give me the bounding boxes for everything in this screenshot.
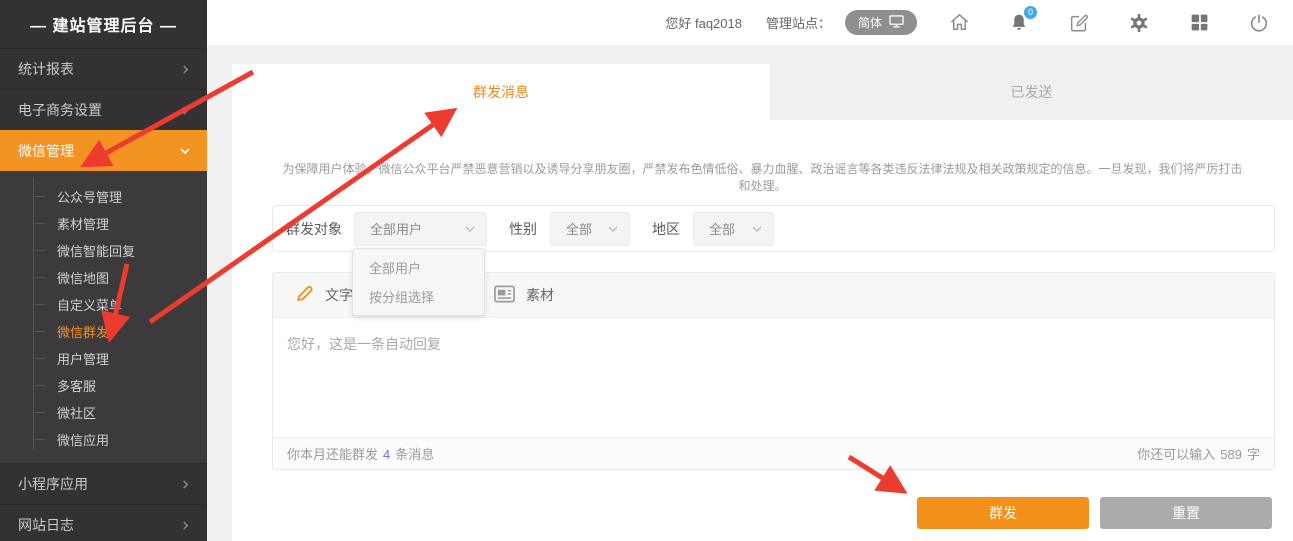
region-select-value: 全部 bbox=[709, 219, 735, 238]
sidebar-item-label: 统计报表 bbox=[18, 59, 74, 79]
submenu-item-multi-service[interactable]: 多客服 bbox=[0, 372, 207, 399]
quota-suffix: 条消息 bbox=[395, 447, 434, 462]
admin-app: — 建站管理后台 — 统计报表 电子商务设置 微信管理 公众号管理 素材管理 微… bbox=[0, 0, 1293, 541]
remaining-suffix: 字 bbox=[1247, 447, 1260, 462]
send-button[interactable]: 群发 bbox=[917, 497, 1089, 529]
gender-label: 性别 bbox=[509, 219, 537, 239]
gender-select-value: 全部 bbox=[566, 219, 592, 238]
audience-filter-row: 群发对象 全部用户 性别 全部 地区 全部 bbox=[272, 205, 1275, 252]
tab-mass-message[interactable]: 群发消息 bbox=[232, 64, 770, 120]
chevron-down-icon bbox=[607, 223, 619, 235]
notifications-bell-icon[interactable]: 0 bbox=[1007, 11, 1031, 35]
gender-select[interactable]: 全部 bbox=[550, 212, 630, 246]
submenu-item-micro-community[interactable]: 微社区 bbox=[0, 399, 207, 426]
submenu-label: 公众号管理 bbox=[57, 187, 122, 206]
editor-tab-material[interactable]: 素材 bbox=[494, 285, 554, 306]
submenu-item-custom-menu[interactable]: 自定义菜单 bbox=[0, 291, 207, 318]
chevron-down-icon bbox=[464, 223, 476, 235]
submenu-label: 多客服 bbox=[57, 376, 96, 395]
remaining-prefix: 你还可以输入 bbox=[1137, 447, 1215, 462]
submenu-item-material[interactable]: 素材管理 bbox=[0, 210, 207, 237]
sidebar-item-site-log[interactable]: 网站日志 bbox=[0, 504, 207, 541]
dropdown-option-all-users[interactable]: 全部用户 bbox=[353, 253, 484, 282]
submenu-item-mass-send[interactable]: 微信群发 bbox=[0, 318, 207, 345]
reset-button[interactable]: 重置 bbox=[1100, 497, 1272, 529]
sidebar-item-label: 网站日志 bbox=[18, 515, 74, 535]
pencil-icon bbox=[295, 284, 314, 306]
material-icon bbox=[494, 285, 515, 306]
message-tabs: 群发消息 已发送 bbox=[232, 64, 1293, 120]
site-label: 管理站点： bbox=[766, 13, 831, 32]
remaining-count: 589 bbox=[1220, 447, 1242, 462]
tab-label: 已发送 bbox=[1011, 82, 1053, 102]
chevron-right-icon bbox=[180, 64, 191, 75]
content-panel: 群发消息 已发送 为保障用户体验，微信公众平台严禁恶意营销以及诱导分享朋友圈，严… bbox=[232, 64, 1293, 541]
dropdown-option-by-group[interactable]: 按分组选择 bbox=[353, 282, 484, 311]
quota-count: 4 bbox=[383, 447, 390, 462]
target-label: 群发对象 bbox=[286, 219, 342, 239]
sidebar: — 建站管理后台 — 统计报表 电子商务设置 微信管理 公众号管理 素材管理 微… bbox=[0, 0, 207, 541]
monitor-icon bbox=[889, 15, 904, 31]
editor-tab-text[interactable]: 文字 bbox=[295, 284, 353, 306]
notification-badge: 0 bbox=[1023, 5, 1038, 20]
sidebar-item-wechat[interactable]: 微信管理 bbox=[0, 130, 207, 171]
action-buttons: 群发 重置 bbox=[917, 497, 1272, 529]
submenu-label: 用户管理 bbox=[57, 349, 109, 368]
submenu-item-user-management[interactable]: 用户管理 bbox=[0, 345, 207, 372]
editor-status-bar: 你本月还能群发 4 条消息 你还可以输入 589 字 bbox=[273, 437, 1274, 469]
edit-icon[interactable] bbox=[1067, 11, 1091, 35]
submenu-label: 微信应用 bbox=[57, 430, 109, 449]
target-select-value: 全部用户 bbox=[370, 219, 422, 238]
chevron-down-icon bbox=[179, 145, 191, 157]
chevron-right-icon bbox=[180, 105, 191, 116]
sidebar-item-label: 微信管理 bbox=[18, 141, 74, 161]
header-icons: 0 bbox=[947, 11, 1271, 35]
submenu-label: 自定义菜单 bbox=[57, 295, 122, 314]
sidebar-item-ecommerce[interactable]: 电子商务设置 bbox=[0, 89, 207, 130]
submenu-label: 微信群发 bbox=[57, 322, 109, 341]
submenu-item-wechat-map[interactable]: 微信地图 bbox=[0, 264, 207, 291]
char-remaining: 你还可以输入 589 字 bbox=[1137, 444, 1260, 463]
tab-label: 群发消息 bbox=[473, 82, 529, 102]
submenu-item-official-account[interactable]: 公众号管理 bbox=[0, 183, 207, 210]
chevron-down-icon bbox=[751, 223, 763, 235]
target-select[interactable]: 全部用户 bbox=[354, 212, 487, 246]
language-switcher[interactable]: 简体 bbox=[845, 10, 917, 35]
home-icon[interactable] bbox=[947, 11, 971, 35]
logout-power-icon[interactable] bbox=[1247, 11, 1271, 35]
language-value: 简体 bbox=[858, 14, 882, 31]
chevron-right-icon bbox=[180, 479, 191, 490]
submenu-label: 微信智能回复 bbox=[57, 241, 135, 260]
region-select[interactable]: 全部 bbox=[693, 212, 774, 246]
tab-sent[interactable]: 已发送 bbox=[770, 64, 1293, 120]
editor-tab-label: 文字 bbox=[325, 285, 353, 305]
submenu-label: 微信地图 bbox=[57, 268, 109, 287]
submenu-label: 微社区 bbox=[57, 403, 96, 422]
editor-tab-label: 素材 bbox=[526, 285, 554, 305]
quota-prefix: 你本月还能群发 bbox=[287, 447, 378, 462]
policy-notice: 为保障用户体验，微信公众平台严禁恶意营销以及诱导分享朋友圈，严禁发布色情低俗、暴… bbox=[232, 160, 1293, 194]
submenu-label: 素材管理 bbox=[57, 214, 109, 233]
submenu-item-wechat-app[interactable]: 微信应用 bbox=[0, 426, 207, 453]
top-header: 您好 faq2018 管理站点： 简体 0 bbox=[207, 0, 1293, 45]
sidebar-item-statistics[interactable]: 统计报表 bbox=[0, 48, 207, 89]
sidebar-item-label: 电子商务设置 bbox=[18, 100, 102, 120]
target-select-dropdown: 全部用户 按分组选择 bbox=[352, 248, 485, 316]
sidebar-item-miniprogram[interactable]: 小程序应用 bbox=[0, 463, 207, 504]
wechat-submenu: 公众号管理 素材管理 微信智能回复 微信地图 自定义菜单 微信群发 用户管理 多… bbox=[0, 171, 207, 463]
settings-gear-icon[interactable] bbox=[1127, 11, 1151, 35]
user-greeting: 您好 faq2018 bbox=[665, 13, 742, 32]
message-input[interactable]: 您好，这是一条自动回复 bbox=[273, 318, 1274, 437]
submenu-item-smart-reply[interactable]: 微信智能回复 bbox=[0, 237, 207, 264]
monthly-quota: 你本月还能群发 4 条消息 bbox=[287, 444, 434, 463]
chevron-right-icon bbox=[180, 520, 191, 531]
apps-grid-icon[interactable] bbox=[1187, 11, 1211, 35]
app-title: — 建站管理后台 — bbox=[0, 0, 207, 48]
sidebar-item-label: 小程序应用 bbox=[18, 474, 88, 494]
region-label: 地区 bbox=[652, 219, 680, 239]
